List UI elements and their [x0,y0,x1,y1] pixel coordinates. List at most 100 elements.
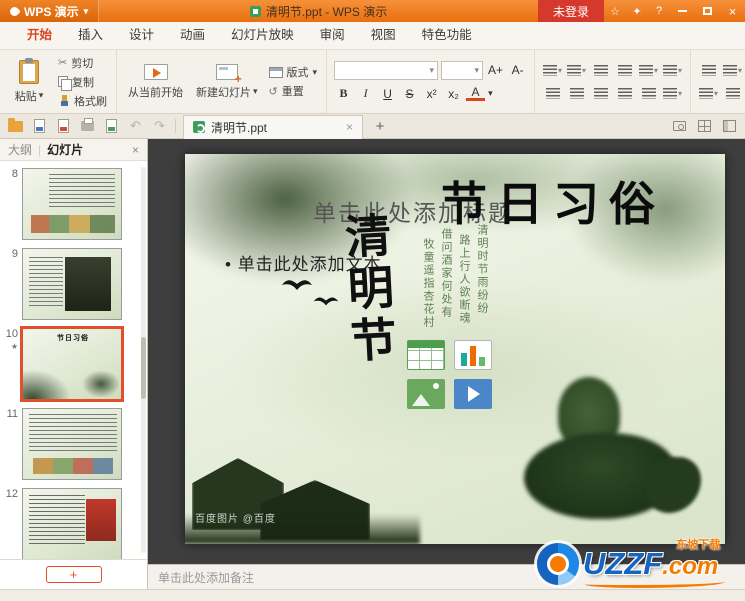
thumbnail-art [49,174,115,208]
new-tab-button[interactable]: + [370,118,390,135]
align-center-button[interactable] [566,84,587,102]
reset-button[interactable]: ↺ 重置 [267,83,320,99]
italic-button[interactable]: I [356,85,375,103]
minimize-icon [678,10,687,12]
tab-animation[interactable]: 动画 [167,22,218,49]
font-color-button[interactable]: A [466,85,486,101]
save-button[interactable] [31,118,48,135]
side-panel-toggle-button[interactable] [721,118,738,135]
vertical-calligraphy-title[interactable]: 清明节 [337,211,399,370]
close-panel-icon[interactable]: × [132,143,139,157]
align-left-button[interactable] [542,84,563,102]
paste-button[interactable]: 粘贴 ▾ [7,57,51,106]
add-slide-button[interactable]: + [45,566,102,583]
decrease-indent-icon [593,64,608,76]
font-size-select[interactable]: ▾ [441,60,484,80]
scrollbar-thumb[interactable] [141,336,146,399]
slide-thumbnail[interactable] [22,248,122,320]
superscript-button[interactable]: x² [422,85,441,103]
bold-button[interactable]: B [334,85,353,103]
copy-button[interactable]: 复制 [56,74,109,91]
slide-thumbnail[interactable]: 节日习俗 [20,326,124,402]
font-name-input[interactable] [338,64,430,76]
minimize-button[interactable] [670,0,695,22]
layout-button[interactable]: 版式 ▾ [267,64,320,80]
underline-button[interactable]: U [378,85,397,103]
shrink-font-button[interactable]: A- [508,61,527,79]
side-panel-icon [723,120,736,132]
cut-button[interactable]: ✂ 剪切 [56,55,109,71]
chevron-down-icon: ▾ [654,65,659,75]
new-slide-button[interactable]: 新建幻灯片▾ [192,62,262,102]
grid-icon [698,120,711,132]
shape-fill-button[interactable]: ▾ [698,84,719,102]
toolbar-divider [175,119,176,133]
font-name-select[interactable]: ▾ [334,60,439,80]
slides-tab[interactable]: 幻灯片 [47,141,83,158]
insert-chart-icon[interactable] [454,340,492,370]
numbered-list-button[interactable]: ▾ [566,61,587,79]
undo-button[interactable]: ↶ [127,118,144,135]
insert-media-icon[interactable] [454,379,492,409]
work-area: 单击此处添加标题 节日习俗 • 单击此处添加文本 清明节 清明时节雨纷纷 路上行… [148,139,745,589]
tab-home[interactable]: 开始 [14,22,65,49]
thumbnail-scrollbar[interactable] [141,167,146,553]
tab-special-features[interactable]: 特色功能 [409,22,485,49]
slide-number: 11 [0,408,22,480]
thumbnail-title: 节日习俗 [57,335,89,342]
decrease-indent-button[interactable] [590,61,611,79]
slide-thumbnail[interactable] [22,168,122,240]
open-folder-button[interactable] [7,117,24,135]
slide-panel-footer: + [0,559,147,589]
print-button[interactable] [79,118,96,135]
slide-thumbnail[interactable] [22,408,122,480]
workspace-grid-button[interactable] [696,118,713,135]
tab-view[interactable]: 视图 [358,22,409,49]
tab-design[interactable]: 设计 [116,22,167,49]
outline-tab[interactable]: 大纲 [8,141,32,158]
shape-outline-button[interactable] [722,84,743,102]
align-right-button[interactable] [590,84,611,102]
insert-shape-button[interactable] [698,61,719,79]
thumbnail-art [29,495,85,547]
tab-slideshow[interactable]: 幻灯片放映 [218,22,307,49]
subscript-button[interactable]: x₂ [444,85,463,103]
format-painter-button[interactable]: 格式刷 [56,93,109,109]
screenshot-button[interactable] [671,118,688,135]
redo-button[interactable]: ↷ [151,118,168,135]
insert-table-icon[interactable] [407,340,445,370]
strikethrough-button[interactable]: S [400,85,419,103]
slide-title-text[interactable]: 节日习俗 [441,168,665,234]
tab-review[interactable]: 审阅 [307,22,358,49]
close-button[interactable]: × [720,0,745,22]
arrange-button[interactable]: ▾ [722,61,743,79]
grow-font-button[interactable]: A+ [486,61,505,79]
text-direction-button[interactable]: ▾ [662,61,683,79]
start-from-current-label: 从当前开始 [128,86,183,99]
tab-insert[interactable]: 插入 [65,22,116,49]
insert-picture-icon[interactable] [407,379,445,409]
line-spacing-button[interactable]: ▾ [662,84,683,102]
font-size-input[interactable] [445,64,475,76]
close-tab-icon[interactable]: × [346,120,353,134]
skin-icon[interactable]: ✦ [626,5,648,18]
document-tab[interactable]: 清明节.ppt × [183,114,363,139]
bullet-list-icon [543,64,558,76]
distribute-button[interactable] [638,84,659,102]
start-from-current-button[interactable]: 从当前开始 [124,62,187,102]
chevron-down-icon: ▾ [38,90,44,100]
export-pdf-button[interactable] [55,118,72,135]
slide-thumbnail-row-selected: 10 ★ 节日习俗 [0,326,147,402]
bullet-list-button[interactable]: ▾ [542,61,563,79]
print-preview-button[interactable] [103,118,120,135]
align-justify-button[interactable] [614,84,635,102]
increase-indent-button[interactable] [614,61,635,79]
slide-thumbnail[interactable] [22,488,122,559]
login-button[interactable]: 未登录 [537,0,604,22]
help-icon[interactable]: ? [648,5,670,17]
wps-logo-menu[interactable]: WPS 演示 ▾ [0,0,100,22]
columns-button[interactable]: ▾ [638,61,659,79]
favorite-star-icon[interactable]: ☆ [604,5,626,18]
maximize-button[interactable] [695,0,720,22]
slide-editor[interactable]: 单击此处添加标题 节日习俗 • 单击此处添加文本 清明节 清明时节雨纷纷 路上行… [185,154,725,544]
